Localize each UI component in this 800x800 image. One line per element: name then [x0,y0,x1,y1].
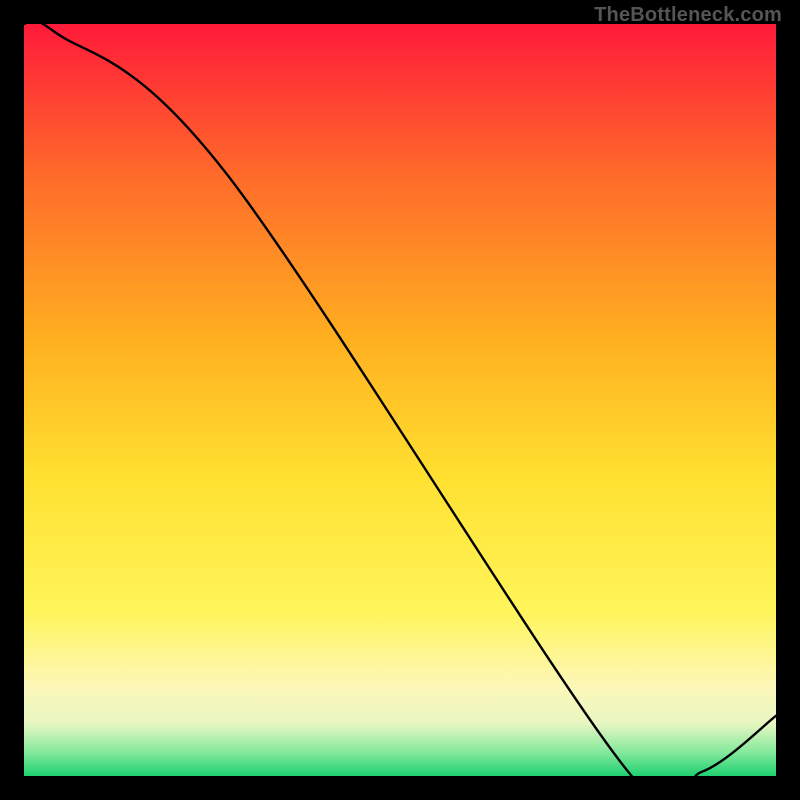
chart-frame: { "watermark": "TheBottleneck.com", "ann… [0,0,800,800]
plot-area [24,24,776,776]
plot-svg [0,0,800,800]
